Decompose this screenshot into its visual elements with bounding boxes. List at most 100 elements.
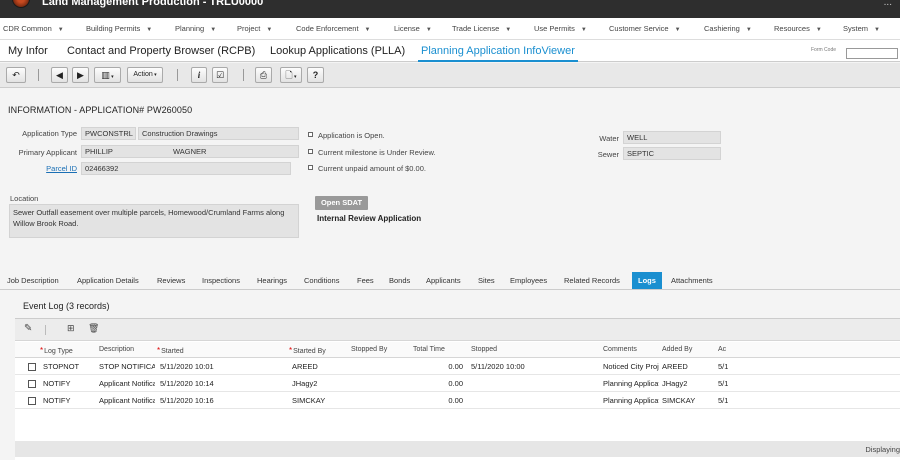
tab-inspections[interactable]: Inspections: [202, 272, 240, 289]
tab-related-records[interactable]: Related Records: [564, 272, 620, 289]
cell-added-by: JHagy2: [662, 379, 688, 388]
chevron-down-icon: ▼: [210, 27, 217, 33]
menu-cdr-common[interactable]: CDR Common ▼: [3, 18, 64, 40]
chevron-down-icon: ▼: [57, 27, 64, 33]
menu-use-permits[interactable]: Use Permits ▼: [534, 18, 587, 40]
status-box-icon: [308, 165, 313, 170]
tab-sites[interactable]: Sites: [478, 272, 495, 289]
column-stopped-by[interactable]: Stopped By: [351, 346, 387, 353]
event-log-header: *Log Type Description *Started *Started …: [15, 342, 900, 358]
triangle-left-icon: ◀: [56, 70, 63, 80]
action-menu-button[interactable]: Action ▾: [127, 67, 163, 83]
row-checkbox[interactable]: [28, 397, 36, 405]
tab-reviews[interactable]: Reviews: [157, 272, 185, 289]
event-log-footer: Displaying: [15, 441, 900, 457]
tab-application-details[interactable]: Application Details: [77, 272, 139, 289]
main-menu-bar: CDR Common ▼ Building Permits ▼ Planning ▼ …: [0, 18, 900, 40]
menu-resources[interactable]: Resources ▼: [774, 18, 822, 40]
toolbar-divider: [243, 69, 244, 81]
info-icon: i: [197, 70, 201, 80]
menu-building-permits[interactable]: Building Permits ▼: [86, 18, 152, 40]
column-ac[interactable]: Ac: [718, 346, 726, 353]
chevron-down-icon: ▼: [815, 27, 822, 33]
tab-bonds[interactable]: Bonds: [389, 272, 410, 289]
title-bar: Land Management Production - TRLU0000 ..…: [0, 0, 900, 18]
cell-added-by: AREED: [662, 362, 688, 371]
tab-my-infor[interactable]: My Infor: [8, 40, 48, 62]
chevron-down-icon: ▼: [505, 27, 512, 33]
menu-code-enforcement[interactable]: Code Enforcement ▼: [296, 18, 371, 40]
column-started-by[interactable]: *Started By: [289, 346, 326, 355]
table-row[interactable]: NOTIFY Applicant Notification 5/11/2020 …: [15, 376, 900, 392]
menu-trade-license[interactable]: Trade License ▼: [452, 18, 511, 40]
document-menu-button[interactable]: 🗋 ▾: [280, 67, 302, 83]
back-button[interactable]: ↶: [6, 67, 26, 83]
columns-icon: ▥: [101, 70, 110, 80]
open-sdat-button[interactable]: Open SDAT: [315, 196, 368, 210]
column-log-type[interactable]: *Log Type: [40, 346, 73, 355]
columns-menu-button[interactable]: ▥ ▾: [94, 67, 121, 83]
cell-started-by: SIMCKAY: [292, 396, 326, 405]
menu-customer-service[interactable]: Customer Service ▼: [609, 18, 681, 40]
column-total-time[interactable]: Total Time: [413, 346, 445, 353]
column-added-by[interactable]: Added By: [662, 346, 692, 353]
column-stopped[interactable]: Stopped: [471, 346, 497, 353]
previous-record-button[interactable]: ◀: [51, 67, 68, 83]
location-label: Location: [10, 194, 39, 203]
table-row[interactable]: STOPNOT STOP NOTIFICATION 5/11/2020 10:0…: [15, 359, 900, 375]
cell-ac: 5/1: [718, 362, 728, 371]
document-icon: 🗋: [285, 70, 293, 80]
menu-cashiering[interactable]: Cashiering ▼: [704, 18, 752, 40]
cell-description: Applicant Notification: [99, 379, 155, 388]
status-box-icon: [308, 149, 313, 154]
chevron-down-icon: ▼: [364, 27, 371, 33]
column-description[interactable]: Description: [99, 346, 134, 353]
tab-planning-infoviewer[interactable]: Planning Application InfoViewer: [418, 40, 578, 62]
pencil-icon[interactable]: ✎: [24, 323, 32, 334]
trash-icon[interactable]: 🗑: [88, 323, 99, 334]
help-button[interactable]: ?: [307, 67, 324, 83]
window-corner-control[interactable]: ...: [884, 0, 892, 8]
tab-hearings[interactable]: Hearings: [257, 272, 287, 289]
form-code-label: Form Code: [811, 47, 837, 53]
chevron-down-icon: ▼: [146, 27, 153, 33]
cell-log-type: STOPNOT: [43, 362, 80, 371]
column-comments[interactable]: Comments: [603, 346, 637, 353]
tab-attachments[interactable]: Attachments: [671, 272, 713, 289]
menu-project[interactable]: Project ▼: [237, 18, 272, 40]
table-row[interactable]: NOTIFY Applicant Notification 5/11/2020 …: [15, 393, 900, 409]
status-unpaid: Current unpaid amount of $0.00.: [308, 164, 426, 173]
menu-system[interactable]: System ▼: [843, 18, 880, 40]
tab-job-description[interactable]: Job Description: [7, 272, 59, 289]
cell-ac: 5/1: [718, 396, 728, 405]
tab-rcpb[interactable]: Contact and Property Browser (RCPB): [67, 40, 255, 62]
application-type-label: Application Type: [22, 129, 77, 138]
next-record-button[interactable]: ▶: [72, 67, 89, 83]
chevron-down-icon: ▼: [425, 27, 432, 33]
info-button[interactable]: i: [191, 67, 207, 83]
tab-conditions[interactable]: Conditions: [304, 272, 339, 289]
parcel-id-link[interactable]: Parcel ID: [8, 164, 77, 173]
cell-started-by: AREED: [292, 362, 318, 371]
check-button[interactable]: ☑: [212, 67, 228, 83]
checkbox-icon: ☑: [215, 70, 225, 80]
toolbar-divider: [177, 69, 178, 81]
tab-logs[interactable]: Logs: [632, 272, 662, 289]
tab-employees[interactable]: Employees: [510, 272, 547, 289]
tab-plla[interactable]: Lookup Applications (PLLA): [270, 40, 405, 62]
tab-applicants[interactable]: Applicants: [426, 272, 461, 289]
chevron-down-icon: ▼: [580, 27, 587, 33]
form-code-input[interactable]: [846, 48, 898, 59]
menu-license[interactable]: License ▼: [394, 18, 432, 40]
primary-applicant-field: PHILLIP WAGNER: [81, 145, 299, 158]
print-button[interactable]: ⎙: [255, 67, 272, 83]
row-checkbox[interactable]: [28, 363, 36, 371]
help-icon: ?: [312, 70, 319, 80]
tab-fees[interactable]: Fees: [357, 272, 374, 289]
menu-planning[interactable]: Planning ▼: [175, 18, 216, 40]
cell-started: 5/11/2020 10:01: [160, 362, 214, 371]
sewer-field: SEPTIC: [623, 147, 721, 160]
add-record-icon[interactable]: ⊞: [67, 323, 75, 334]
row-checkbox[interactable]: [28, 380, 36, 388]
column-started[interactable]: *Started: [157, 346, 184, 355]
